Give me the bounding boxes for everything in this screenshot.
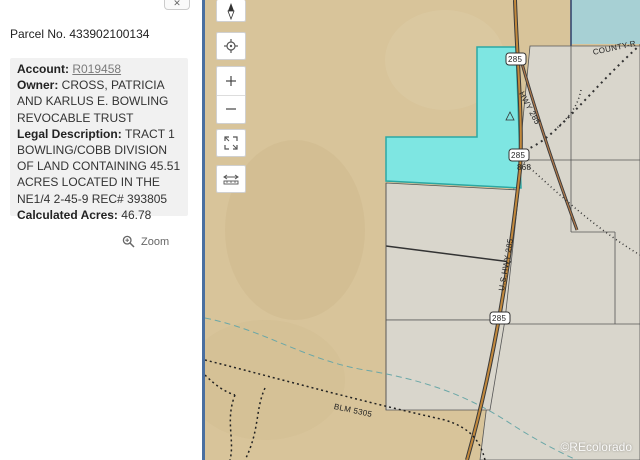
water-body: [571, 0, 640, 44]
expand-icon: [224, 136, 238, 150]
legal-description-label: Legal Description:: [17, 126, 126, 141]
shield-285-mid-label: 285: [511, 151, 526, 160]
shield-285-top-label: 285: [508, 55, 523, 64]
calculated-acres-label: Calculated Acres:: [17, 207, 122, 222]
owner-row: Owner: CROSS, PATRICIA AND KARLUS E. BOW…: [17, 77, 181, 126]
account-row: Account: R019458: [17, 61, 181, 77]
zoom-controls: [216, 66, 246, 124]
crosshair-icon: [224, 39, 238, 53]
shield-285-low-label: 285: [492, 314, 507, 323]
close-icon[interactable]: ✕: [164, 0, 190, 10]
watermark: ©REcolorado: [560, 440, 632, 454]
zoom-icon: [122, 235, 135, 248]
fullscreen-button[interactable]: [216, 129, 246, 157]
zoom-in-button[interactable]: [217, 67, 245, 95]
ruler-icon: [223, 174, 239, 185]
hwy-number-label: 868: [517, 163, 532, 172]
owner-label: Owner:: [17, 78, 62, 93]
parcel-map[interactable]: 285 285 285 868 COUNTY-R HWY 285 U.S.HWY…: [205, 0, 640, 460]
map-canvas: [205, 0, 640, 460]
calculated-acres-row: Calculated Acres: 46.78: [17, 207, 181, 223]
parcel-info-panel: ✕ Parcel No. 433902100134 Account: R0194…: [0, 0, 202, 460]
legal-description-row: Legal Description: TRACT 1 BOWLING/COBB …: [17, 126, 181, 207]
parcel-details-card: Account: R019458 Owner: CROSS, PATRICIA …: [10, 58, 188, 222]
calculated-acres-value: 46.78: [121, 207, 152, 222]
parcel-title: Parcel No. 433902100134: [10, 27, 150, 41]
plus-icon: [226, 75, 236, 86]
zoom-label: Zoom: [141, 235, 170, 248]
minus-icon: [226, 108, 236, 111]
locate-button[interactable]: [216, 32, 246, 60]
account-label: Account:: [17, 62, 73, 76]
zoom-out-button[interactable]: [217, 94, 245, 123]
compass-icon: [227, 2, 235, 20]
measure-button[interactable]: [216, 165, 246, 193]
zoom-to-parcel-button[interactable]: Zoom: [122, 235, 169, 248]
compass-button[interactable]: [216, 0, 246, 22]
account-link[interactable]: R019458: [72, 62, 121, 76]
